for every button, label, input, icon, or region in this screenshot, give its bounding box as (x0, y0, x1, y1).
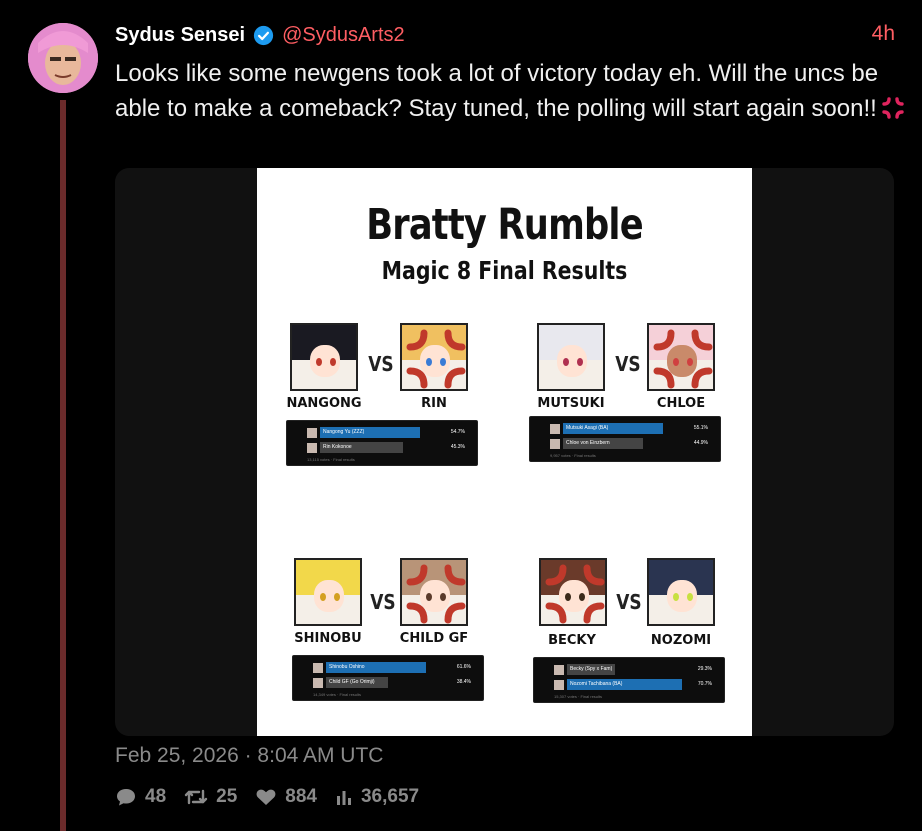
retweet-icon (184, 789, 208, 805)
poster-image[interactable]: Bratty Rumble Magic 8 Final Results VS N… (257, 168, 752, 736)
vs-label: VS (616, 590, 642, 614)
poll-pct: 70.7% (697, 681, 712, 687)
poll-bar: Shinobu Oshino (326, 662, 426, 673)
vs-label: VS (615, 352, 641, 376)
portrait-rin (400, 323, 468, 391)
poll-footer: 15,307 votes · Final results (554, 694, 603, 699)
portrait-shinobu (294, 558, 362, 626)
views-button[interactable]: 36,657 (335, 786, 419, 808)
char-name: NOZOMI (650, 633, 712, 648)
avatar[interactable] (28, 23, 98, 93)
poster-subtitle: Magic 8 Final Results (381, 256, 628, 285)
mini-poll: Mutsuki Asagi (BA) 55.1% Chloe von Einzb… (529, 416, 721, 462)
tweet-header: Sydus Sensei @SydusArts2 4h (115, 22, 895, 48)
time-ago[interactable]: 4h (872, 22, 895, 46)
poll-bar: Chloe von Einzbern (563, 438, 643, 449)
retweet-count: 25 (216, 786, 238, 807)
poll-pct: 61.6% (456, 664, 471, 670)
portrait-child-gf (400, 558, 468, 626)
mini-poll: Nangong Yu (ZZZ) 54.7% Rin Kokonoe 45.3%… (286, 420, 478, 466)
poll-bar: Rin Kokonoe (320, 442, 403, 453)
poll-bar: Nozomi Tachibana (BA) (567, 679, 682, 690)
portrait-nangong (290, 323, 358, 391)
portrait-mutsuki (537, 323, 605, 391)
comment-count: 48 (145, 786, 167, 807)
retweet-button[interactable]: 25 (184, 786, 237, 808)
view-count: 36,657 (360, 786, 420, 807)
views-bar-chart-icon (336, 791, 351, 805)
anger-mark-icon (406, 329, 466, 389)
poll-pct: 29.3% (697, 666, 712, 672)
display-name[interactable]: Sydus Sensei (115, 24, 245, 47)
portrait-chloe (647, 323, 715, 391)
like-button[interactable]: 884 (255, 786, 317, 808)
poll-bar: Child GF (Go Orimji) (326, 677, 388, 688)
poll-bar: Becky (Spy x Fam) (567, 664, 615, 675)
poster-title: Bratty Rumble (366, 200, 643, 250)
handle[interactable]: @SydusArts2 (282, 24, 405, 47)
char-name: CHILD GF (399, 631, 469, 646)
avatar-image (28, 23, 98, 93)
poll-footer: 13,115 votes · Final results (307, 457, 355, 462)
poll-bar: Mutsuki Asagi (BA) (563, 423, 663, 434)
poll-pct: 55.1% (693, 425, 708, 431)
poll-footer: 14,349 votes · Final results (313, 692, 362, 697)
tweet-text: Looks like some newgens took a lot of vi… (115, 56, 905, 126)
vs-label: VS (370, 590, 396, 614)
tweet-timestamp[interactable]: Feb 25, 2026 · 8:04 AM UTC (115, 744, 383, 768)
media-container[interactable]: Bratty Rumble Magic 8 Final Results VS N… (115, 168, 894, 736)
tweet-stats: 48 25 884 36,657 (115, 786, 437, 808)
anger-mark-icon (653, 329, 713, 389)
poll-pct: 54.7% (450, 429, 465, 435)
comment-button[interactable]: 48 (115, 786, 166, 808)
poll-footer: 9,957 votes · Final results (550, 453, 596, 458)
char-name: MUTSUKI (537, 396, 605, 411)
mini-poll: Shinobu Oshino 61.6% Child GF (Go Orimji… (292, 655, 484, 701)
comment-icon (117, 789, 135, 806)
portrait-becky (539, 558, 607, 626)
tweet-body: Looks like some newgens took a lot of vi… (115, 60, 879, 122)
char-name: NANGONG (286, 396, 362, 411)
heart-icon (256, 789, 276, 805)
anger-mark-icon (545, 564, 605, 624)
poll-pct: 38.4% (456, 679, 471, 685)
thread-line (60, 100, 66, 831)
like-count: 884 (285, 786, 317, 807)
char-name: BECKY (548, 633, 596, 648)
poll-bar: Nangong Yu (ZZZ) (320, 427, 420, 438)
anger-symbol-icon (882, 97, 904, 119)
vs-label: VS (368, 352, 394, 376)
mini-poll: Becky (Spy x Fam) 29.3% Nozomi Tachibana… (533, 657, 725, 703)
verified-badge-icon (253, 25, 274, 45)
char-name: SHINOBU (294, 631, 362, 646)
anger-mark-icon (406, 564, 466, 624)
poll-pct: 45.3% (450, 444, 465, 450)
portrait-nozomi (647, 558, 715, 626)
char-name: CHLOE (656, 396, 706, 411)
char-name: RIN (421, 396, 447, 411)
poll-pct: 44.9% (693, 440, 708, 446)
